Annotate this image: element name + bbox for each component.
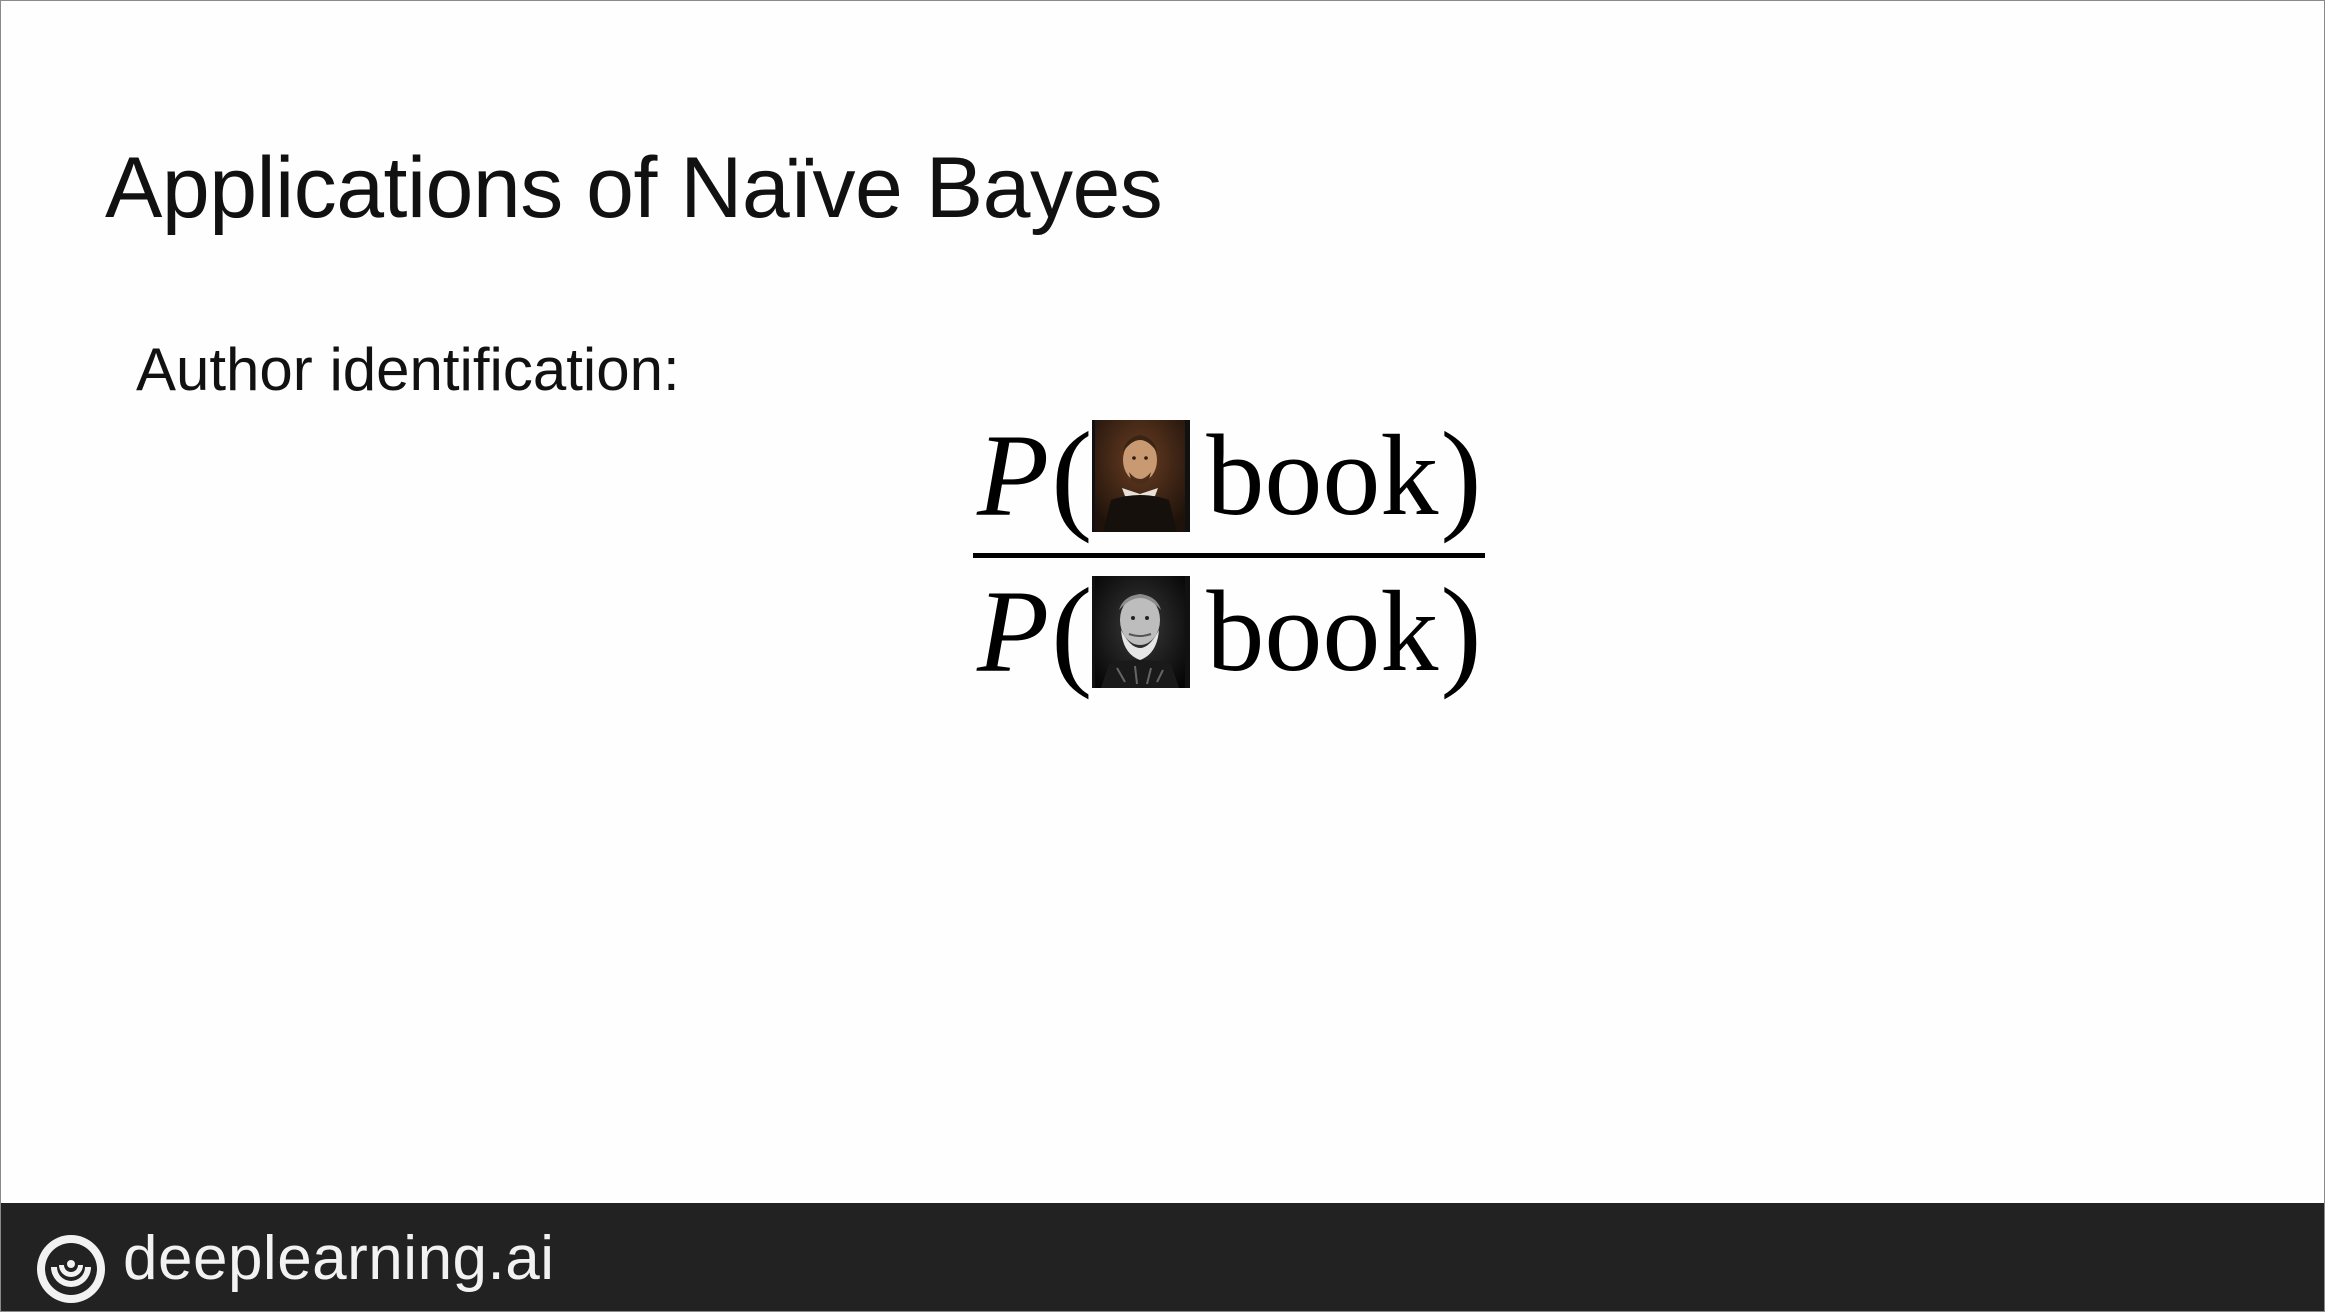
brand-name: deeplearning.ai xyxy=(123,1224,555,1293)
deeplearning-logo-icon xyxy=(37,1235,105,1303)
close-paren: ) xyxy=(1440,407,1482,544)
fraction-bar xyxy=(973,553,1485,558)
slide-title: Applications of Naïve Bayes xyxy=(105,140,1163,236)
footer-bar: deeplearning.ai xyxy=(1,1203,2324,1311)
open-paren: ( xyxy=(1051,563,1093,700)
probability-ratio-formula: P ( book ) P (book) xyxy=(973,411,1488,701)
probability-symbol: P xyxy=(977,566,1050,697)
condition-word: book xyxy=(1206,412,1439,540)
formula-numerator: P ( book ) xyxy=(977,411,1482,541)
shakespeare-portrait-image xyxy=(1092,420,1191,532)
slide-subtitle: Author identification: xyxy=(136,336,680,403)
close-paren: ) xyxy=(1440,563,1482,700)
condition-word: book xyxy=(1206,568,1439,696)
formula-denominator: P ( book ) xyxy=(977,567,1482,697)
probability-symbol: P xyxy=(977,410,1050,541)
open-paren: ( xyxy=(1051,407,1093,544)
slide: Applications of Naïve Bayes Author ident… xyxy=(0,0,2325,1312)
hemingway-portrait-image xyxy=(1092,576,1191,688)
